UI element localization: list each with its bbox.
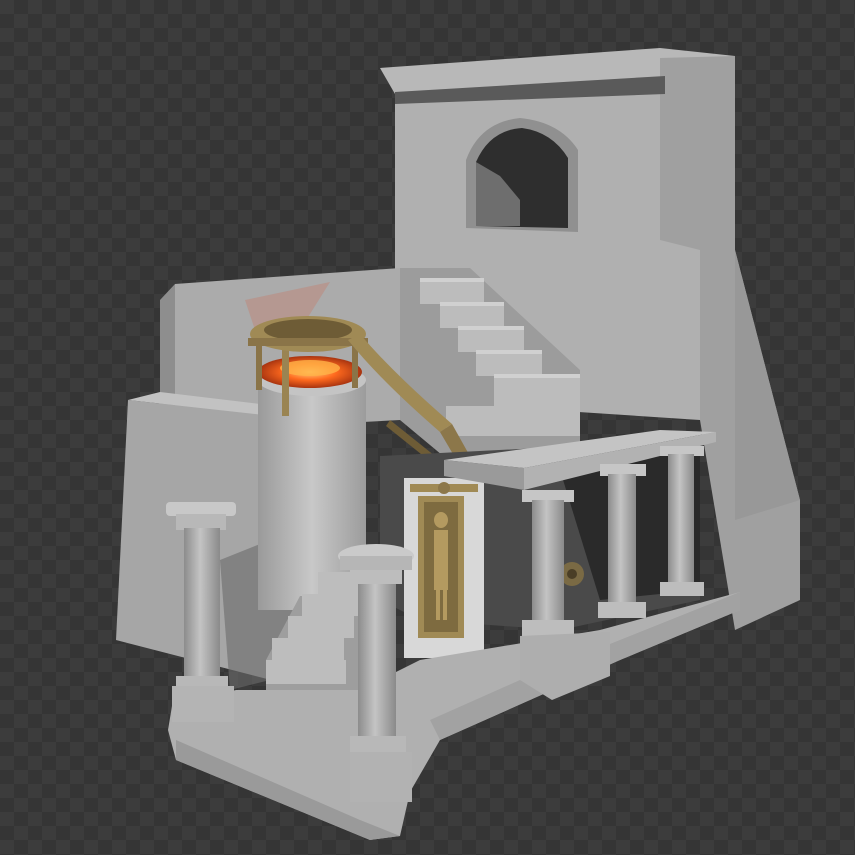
temple-forge-model xyxy=(116,48,800,840)
ornate-door-panel xyxy=(404,478,484,658)
arched-window xyxy=(466,118,578,232)
3d-viewport xyxy=(0,0,855,855)
